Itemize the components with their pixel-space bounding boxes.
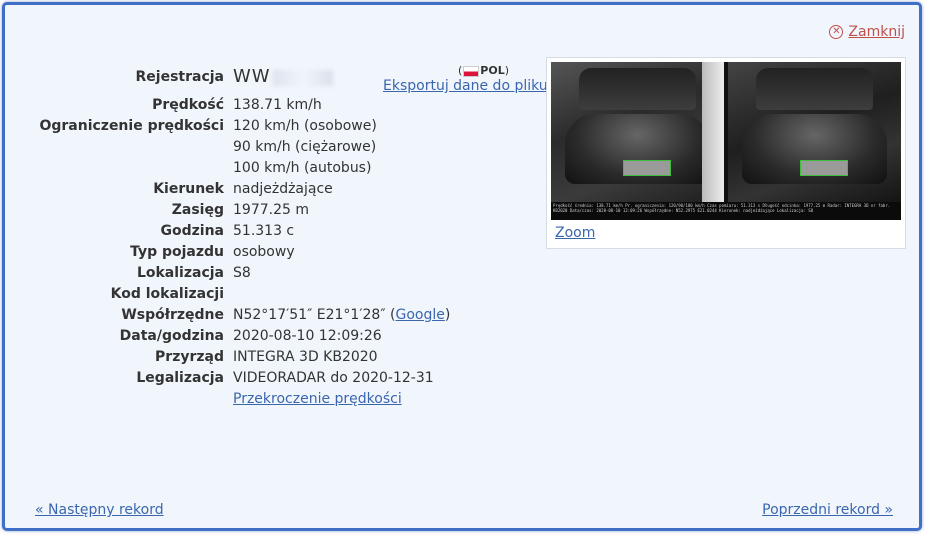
- field-row: Legalizacja VIDEORADAR do 2020-12-31: [33, 368, 450, 389]
- close-link[interactable]: Zamknij: [848, 24, 905, 40]
- field-label: Ograniczenie prędkości: [39, 118, 224, 134]
- country-indicator: (POL): [458, 64, 510, 77]
- field-value: 1977.25 m: [233, 200, 309, 221]
- field-value-text: VIDEORADAR do 2020-12-31: [233, 370, 434, 386]
- field-label: Kod lokalizacji: [110, 286, 224, 302]
- registration-value: WW: [233, 66, 333, 89]
- field-label: Typ pojazdu: [130, 244, 224, 260]
- next-record-link[interactable]: « Następny rekord: [35, 502, 164, 518]
- field-row: Współrzędne N52°17′51″ E21°1′28″ (Google): [33, 305, 450, 326]
- field-value-text: INTEGRA 3D KB2020: [233, 349, 378, 365]
- photo-caption: Prędkość średnia: 138.71 km/h Pr. ograni…: [551, 202, 901, 220]
- field-row: Godzina 51.313 c: [33, 221, 450, 242]
- field-value-text: 138.71 km/h: [233, 97, 322, 113]
- field-row: Ograniczenie prędkości 120 km/h (osobowe)…: [33, 116, 450, 179]
- field-value: INTEGRA 3D KB2020: [233, 347, 378, 368]
- field-value: VIDEORADAR do 2020-12-31: [233, 368, 434, 389]
- violation-label-spacer: [33, 389, 233, 410]
- plate-detection-box: [800, 160, 848, 176]
- field-value-text: 2020-08-10 12:09:26: [233, 328, 382, 344]
- registration-plate: WW: [233, 66, 271, 87]
- speed-camera-photo[interactable]: Prędkość średnia: 138.71 km/h Pr. ograni…: [551, 62, 901, 220]
- field-value: 51.313 c: [233, 221, 294, 242]
- field-value-suffix: ): [444, 307, 451, 323]
- windshield: [579, 68, 696, 110]
- registration-label: Rejestracja: [135, 69, 225, 85]
- photo-frame-entry: [551, 62, 724, 202]
- field-label: Data/godzina: [119, 328, 224, 344]
- field-label: Przyrząd: [155, 349, 224, 365]
- field-label: Godzina: [160, 223, 225, 239]
- field-value: 120 km/h (osobowe) 90 km/h (ciężarowe) 1…: [233, 116, 377, 179]
- field-row: Kierunek nadjeżdżające: [33, 179, 450, 200]
- field-value-text: 120 km/h (osobowe) 90 km/h (ciężarowe) 1…: [233, 118, 377, 176]
- violation-row: Przekroczenie prędkości: [33, 389, 450, 410]
- field-row: Prędkość 138.71 km/h: [33, 95, 450, 116]
- field-row: Typ pojazdu osobowy: [33, 242, 450, 263]
- field-row: Zasięg 1977.25 m: [33, 200, 450, 221]
- field-label: Współrzędne: [121, 307, 224, 323]
- field-label: Kierunek: [153, 181, 224, 197]
- field-row: Kod lokalizacji: [33, 284, 450, 305]
- field-row: Przyrząd INTEGRA 3D KB2020: [33, 347, 450, 368]
- field-value: 138.71 km/h: [233, 95, 322, 116]
- export-link[interactable]: Eksportuj dane do pliku: [383, 78, 548, 94]
- close-circle-icon[interactable]: ✕: [829, 25, 844, 39]
- field-value: nadjeżdżające: [233, 179, 333, 200]
- photo-frame-exit: [728, 62, 901, 202]
- close-control[interactable]: ✕ Zamknij: [829, 24, 905, 40]
- poland-flag-icon: [463, 65, 480, 77]
- field-row: Lokalizacja S8: [33, 263, 450, 284]
- field-value-text: nadjeżdżające: [233, 181, 333, 197]
- blurred-plate-segment: [272, 70, 333, 86]
- google-maps-link[interactable]: Google: [395, 307, 444, 323]
- field-row: Data/godzina 2020-08-10 12:09:26: [33, 326, 450, 347]
- windshield: [756, 68, 873, 110]
- field-label: Lokalizacja: [136, 265, 224, 281]
- field-label: Zasięg: [171, 202, 224, 218]
- plate-detection-box: [623, 160, 671, 176]
- field-value-text: S8: [233, 265, 251, 281]
- field-list: Prędkość 138.71 km/h Ograniczenie prędkośc…: [33, 95, 450, 389]
- field-value-text: 1977.25 m: [233, 202, 309, 218]
- field-value-text: N52°17′51″ E21°1′28″ (: [233, 307, 396, 323]
- light-strip: [702, 62, 724, 202]
- field-value: S8: [233, 263, 251, 284]
- record-details: Rejestracja WW Prędkość 138.71 km/h Ograni…: [33, 61, 450, 410]
- violation-link[interactable]: Przekroczenie prędkości: [233, 389, 402, 410]
- country-code: POL: [480, 64, 505, 77]
- field-value: osobowy: [233, 242, 295, 263]
- field-value: 2020-08-10 12:09:26: [233, 326, 382, 347]
- record-dialog: ✕ Zamknij Rejestracja WW Prędkość 138.71 …: [2, 2, 922, 531]
- field-value-text: osobowy: [233, 244, 295, 260]
- field-value-text: 51.313 c: [233, 223, 295, 239]
- field-label: Prędkość: [152, 97, 224, 113]
- previous-record-link[interactable]: Poprzedni rekord »: [762, 502, 893, 518]
- zoom-link[interactable]: Zoom: [555, 225, 595, 241]
- photo-panel: Prędkość średnia: 138.71 km/h Pr. ograni…: [546, 57, 906, 249]
- field-label: Legalizacja: [136, 370, 224, 386]
- field-value: N52°17′51″ E21°1′28″ (Google): [233, 305, 450, 326]
